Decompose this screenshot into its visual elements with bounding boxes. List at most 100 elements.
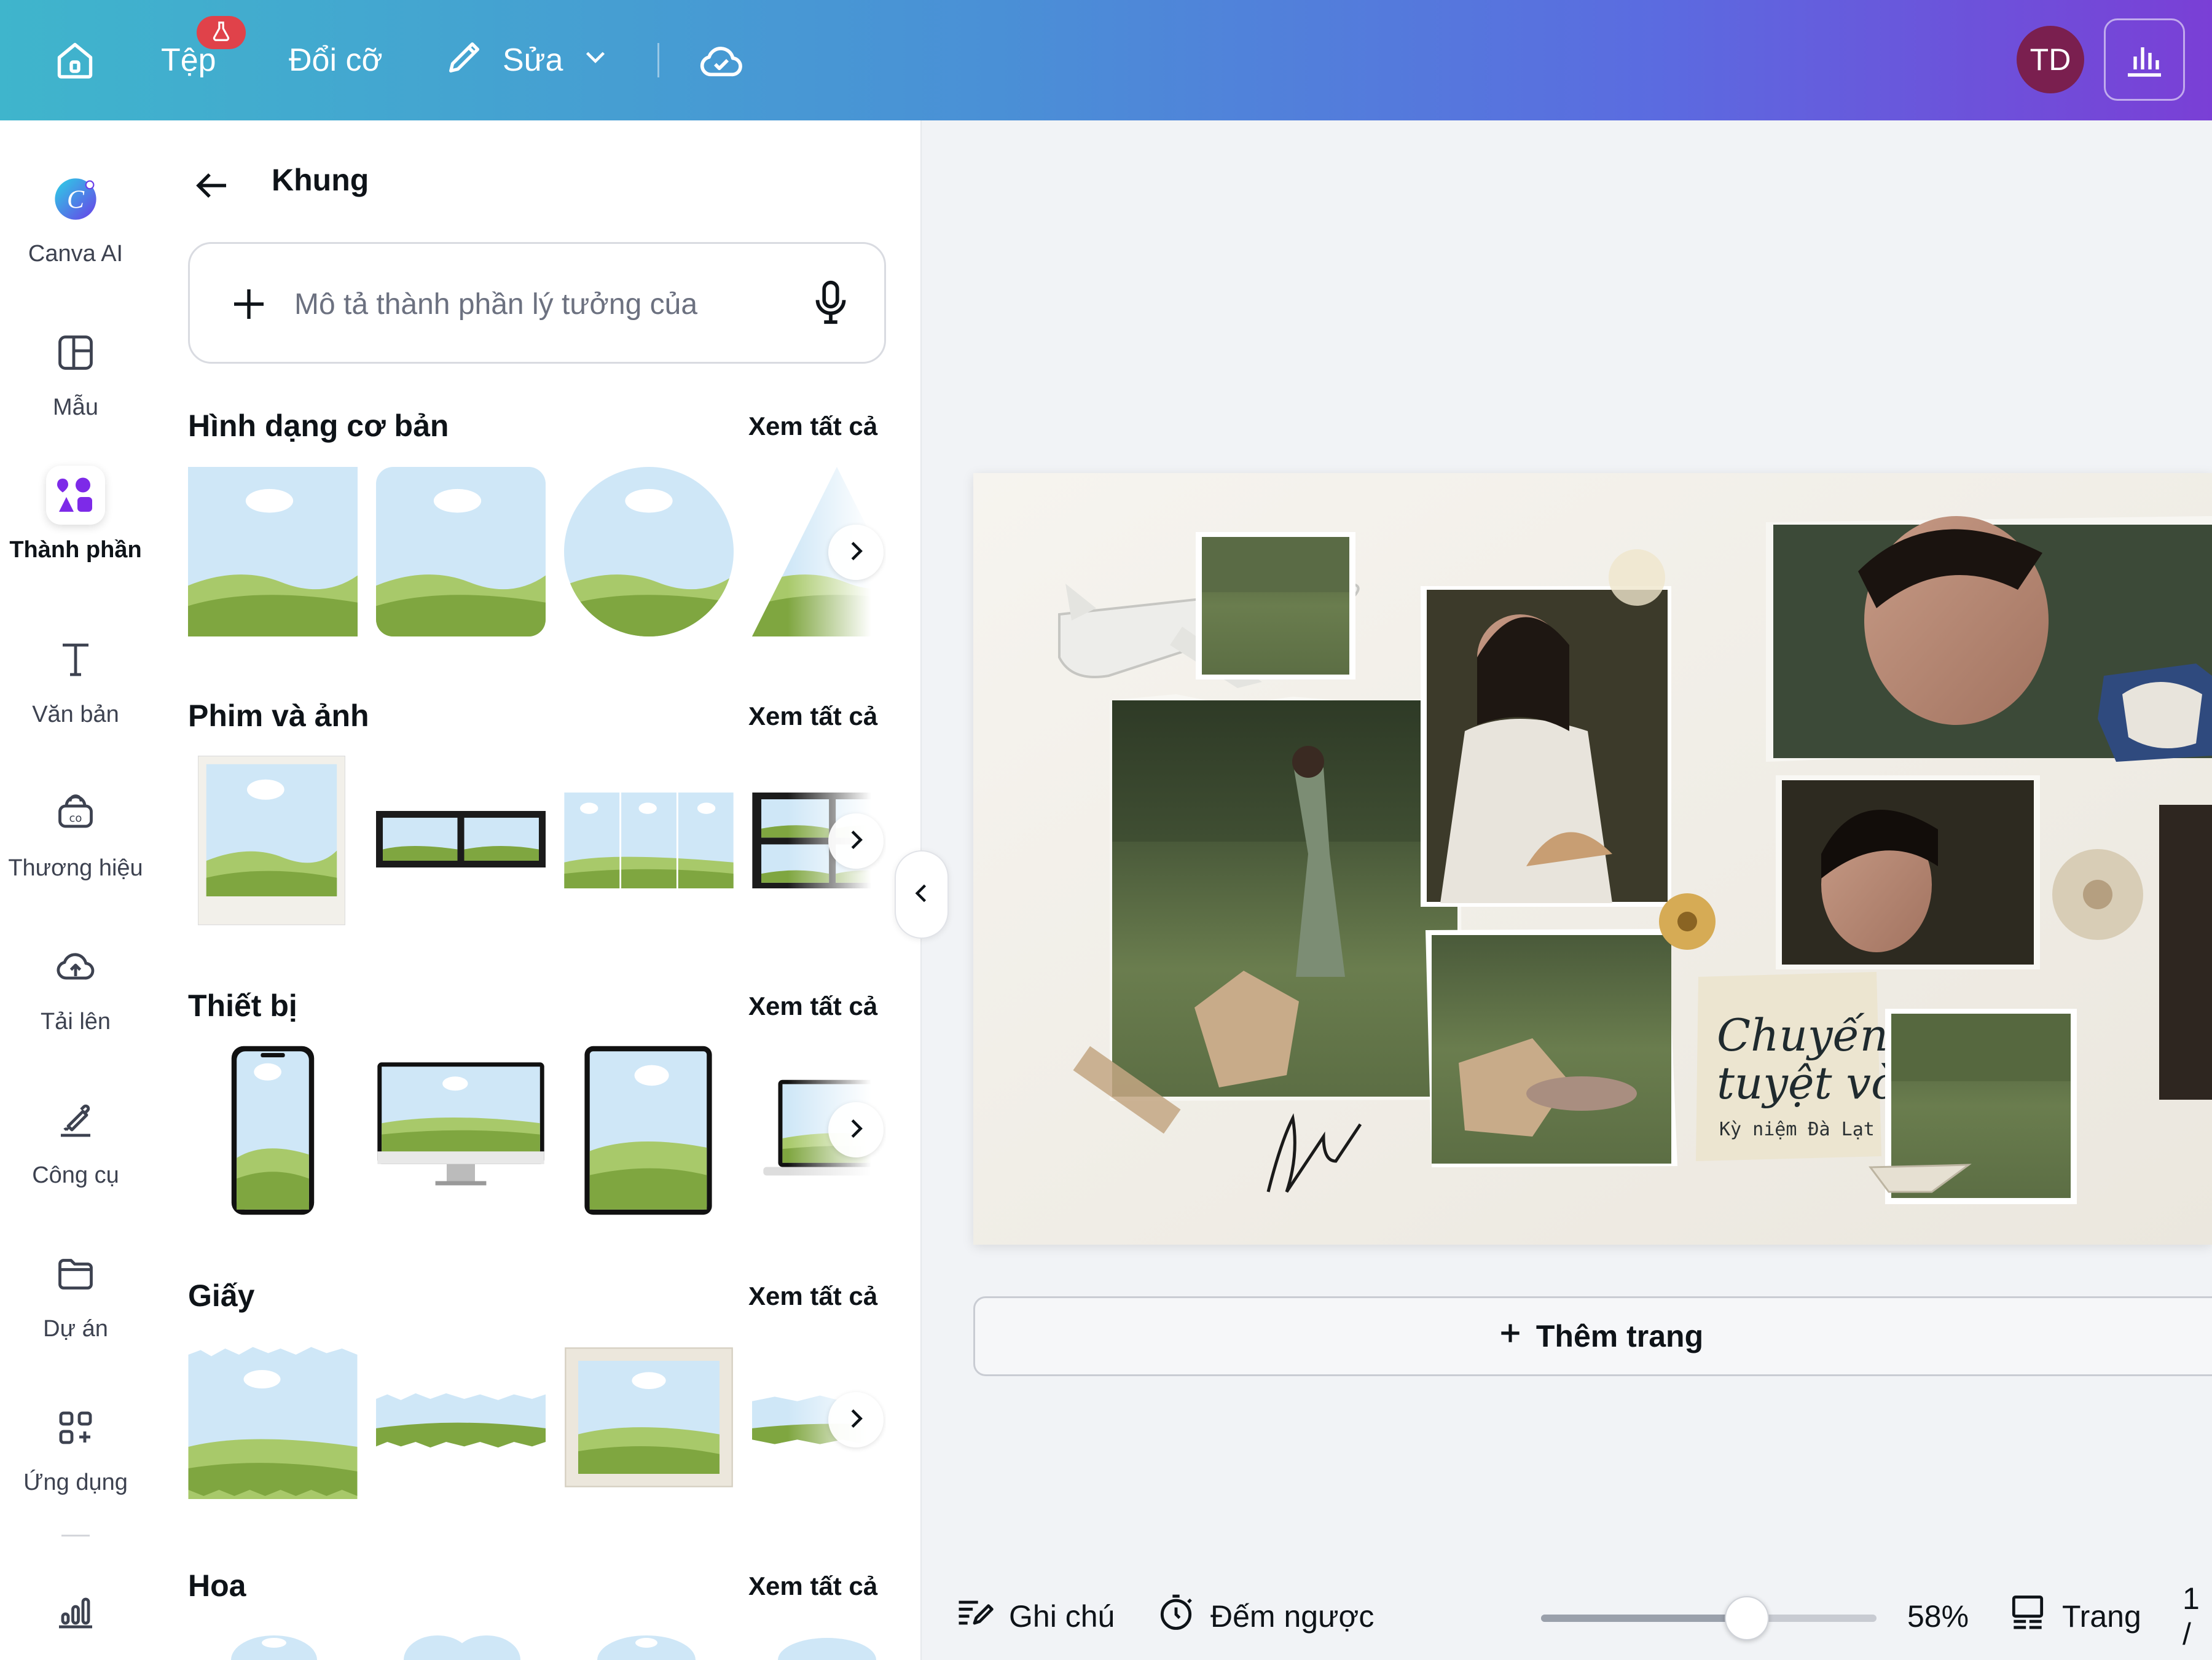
rail-item-elements[interactable]: Thành phần xyxy=(0,466,151,563)
rail-label-brand: Thương hiệu xyxy=(8,855,143,881)
edit-label: Sửa xyxy=(503,42,563,78)
frame-square[interactable] xyxy=(188,467,358,636)
pages-label: Trang xyxy=(2062,1599,2141,1634)
zoom-value: 58% xyxy=(1907,1599,1969,1634)
rail-item-brand[interactable]: co Thương hiệu xyxy=(0,784,151,882)
scroll-right-button[interactable] xyxy=(828,1392,884,1447)
microphone-icon[interactable] xyxy=(804,276,857,332)
chevron-down-icon xyxy=(581,42,610,79)
toolbar-divider xyxy=(657,43,659,77)
rail-label-uploads: Tải lên xyxy=(40,1009,111,1035)
home-icon xyxy=(53,38,97,82)
frame-polaroid[interactable] xyxy=(198,756,345,925)
resize-button[interactable]: Đổi cỡ xyxy=(289,0,383,120)
see-all-film-photo[interactable]: Xem tất cả xyxy=(748,702,877,731)
frame-phone[interactable] xyxy=(230,1044,316,1216)
search-box[interactable] xyxy=(188,242,886,364)
page-number: 1 / xyxy=(2183,1581,2200,1651)
zoom-slider-handle[interactable] xyxy=(1725,1596,1769,1640)
rail-label-elements: Thành phần xyxy=(9,537,142,563)
add-page-button[interactable]: Thêm trang xyxy=(973,1296,2212,1376)
text-icon xyxy=(46,630,105,689)
upload-icon xyxy=(46,938,105,996)
scroll-right-button[interactable] xyxy=(828,813,884,869)
frame-rounded-square[interactable] xyxy=(376,467,546,636)
frame-circle[interactable] xyxy=(564,467,734,636)
zoom-slider[interactable] xyxy=(1541,1596,1877,1640)
row-basic-shapes xyxy=(188,467,886,645)
bar-chart-icon xyxy=(2122,36,2167,84)
zoom-percentage[interactable]: 58% xyxy=(1907,1573,1969,1660)
section-title-film-photo: Phim và ảnh xyxy=(188,699,369,733)
rail-item-templates[interactable]: Mẫu xyxy=(0,323,151,421)
rail-item-canva-ai[interactable]: C Canva AI xyxy=(0,170,151,267)
rail-divider xyxy=(61,1535,90,1537)
rail-item-text[interactable]: Văn bản xyxy=(0,630,151,728)
photo-girl-with-box xyxy=(1110,694,1462,1101)
panel-title: Khung xyxy=(272,163,369,197)
chevron-right-icon xyxy=(842,1404,870,1436)
rail-item-projects[interactable]: Dự án xyxy=(0,1245,151,1342)
side-navigation: C Canva AI Mẫu Thành phần Văn bản co Thư… xyxy=(0,120,151,1660)
back-button[interactable] xyxy=(189,163,233,211)
row-paper xyxy=(188,1334,886,1513)
template-icon xyxy=(46,323,105,382)
scroll-right-button[interactable] xyxy=(828,525,884,580)
collapse-panel-button[interactable] xyxy=(895,850,949,939)
rail-label-text: Văn bản xyxy=(32,702,119,727)
rail-label-projects: Dự án xyxy=(43,1316,108,1342)
chevron-right-icon xyxy=(842,826,870,857)
see-all-devices[interactable]: Xem tất cả xyxy=(748,992,877,1021)
plus-icon[interactable] xyxy=(227,282,271,329)
beta-badge xyxy=(197,16,246,49)
rail-item-uploads[interactable]: Tải lên xyxy=(0,938,151,1035)
add-page-label: Thêm trang xyxy=(1535,1319,1704,1353)
zoom-slider-fill xyxy=(1541,1615,1747,1622)
see-all-basic-shapes[interactable]: Xem tất cả xyxy=(748,412,877,441)
cloud-sync-button[interactable] xyxy=(697,0,746,120)
design-page[interactable]: Chuyến đi tuyệt vời! Kỳ niệm Đà Lạt xyxy=(973,473,2212,1245)
rail-item-charts[interactable] xyxy=(0,1583,151,1642)
search-input[interactable] xyxy=(294,282,786,326)
timer-button[interactable]: Đếm ngược xyxy=(1155,1573,1374,1660)
timer-label: Đếm ngược xyxy=(1210,1599,1375,1634)
page-counter: 1 / xyxy=(2183,1573,2212,1660)
arrow-left-icon xyxy=(189,173,233,210)
collage-artwork: Chuyến đi tuyệt vời! Kỳ niệm Đà Lạt xyxy=(973,473,2212,1245)
rail-label-templates: Mẫu xyxy=(53,394,98,420)
frame-flower-3[interactable] xyxy=(585,1624,708,1660)
frame-tablet[interactable] xyxy=(582,1044,714,1216)
edit-menu-button[interactable]: Sửa xyxy=(444,0,610,120)
pages-icon xyxy=(2007,1592,2062,1641)
pages-button[interactable]: Trang xyxy=(2007,1573,2141,1660)
frame-deckled-paper[interactable] xyxy=(564,1347,734,1488)
frame-torn-paper[interactable] xyxy=(188,1345,358,1499)
rail-item-tools[interactable]: Công cụ xyxy=(0,1091,151,1189)
row-flowers xyxy=(188,1624,886,1660)
frame-triptych[interactable] xyxy=(564,793,734,888)
rail-item-apps[interactable]: Ứng dụng xyxy=(0,1398,151,1496)
chevron-right-icon xyxy=(842,1114,870,1146)
frame-flower-1[interactable] xyxy=(225,1624,323,1660)
svg-text:co: co xyxy=(69,812,82,825)
section-title-paper: Giấy xyxy=(188,1278,255,1313)
see-all-flowers[interactable]: Xem tất cả xyxy=(748,1572,877,1601)
tools-icon xyxy=(46,1091,105,1150)
see-all-paper[interactable]: Xem tất cả xyxy=(748,1282,877,1311)
frame-film-strip[interactable] xyxy=(376,811,546,867)
user-avatar[interactable]: TD xyxy=(2017,26,2084,93)
cloud-check-icon xyxy=(697,36,746,85)
section-title-devices: Thiết bị xyxy=(188,989,297,1023)
insights-button[interactable] xyxy=(2104,18,2185,101)
notes-button[interactable]: Ghi chú xyxy=(954,1573,1115,1660)
frame-desktop[interactable] xyxy=(376,1060,546,1203)
row-devices xyxy=(188,1044,886,1223)
rail-label-canva-ai: Canva AI xyxy=(28,241,124,267)
scroll-right-button[interactable] xyxy=(828,1102,884,1157)
home-button[interactable] xyxy=(53,0,97,120)
chevron-right-icon xyxy=(842,537,870,568)
section-title-basic-shapes: Hình dạng cơ bản xyxy=(188,409,449,443)
frame-torn-strip[interactable] xyxy=(376,1390,546,1451)
frame-flower-2[interactable] xyxy=(401,1624,524,1660)
frame-flower-4[interactable] xyxy=(766,1624,886,1660)
